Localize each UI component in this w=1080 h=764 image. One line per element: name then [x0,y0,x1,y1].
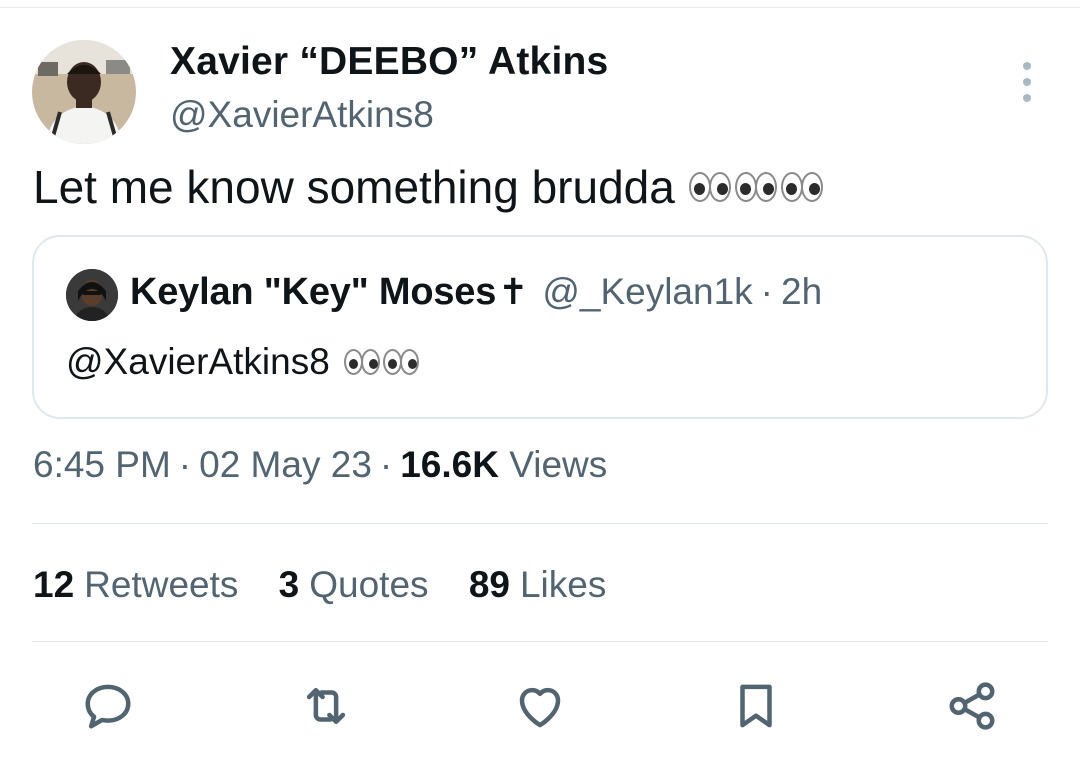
retweets-label: Retweets [84,564,239,605]
eye-icon [343,349,363,375]
eyes-emoji-group [688,172,823,202]
bookmark-icon[interactable] [726,676,786,736]
quoted-tweet-body: @XavierAtkins8 [66,341,419,383]
quotes-stat[interactable]: 3 Quotes [279,564,429,606]
quoted-author-handle[interactable]: @_Keylan1k [542,271,752,313]
eye-icon [734,172,757,202]
likes-label: Likes [519,564,607,605]
separator: · [178,444,192,485]
tweet-date[interactable]: 02 May 23 [199,444,372,485]
eye-icon [780,172,803,202]
likes-count: 89 [468,564,510,605]
tweet-time[interactable]: 6:45 PM [33,444,171,485]
quoted-tweet-header: Keylan "Key" Moses ✝ @_Keylan1k · 2h [130,271,822,314]
quoted-author-name[interactable]: Keylan "Key" Moses [130,271,496,314]
retweet-icon[interactable] [296,676,356,736]
tweet-detail: Xavier “DEEBO” Atkins @XavierAtkins8 Let… [0,0,1080,764]
quotes-label: Quotes [309,564,429,605]
tweet-meta: 6:45 PM · 02 May 23 · 16.6K Views [33,444,607,486]
retweets-count: 12 [33,564,75,605]
reply-icon[interactable] [78,676,138,736]
share-icon[interactable] [942,676,1002,736]
eye-icon [360,349,380,375]
author-avatar[interactable] [32,40,136,144]
top-divider [0,7,1080,8]
separator: · [760,271,773,312]
retweets-stat[interactable]: 12 Retweets [33,564,238,606]
quoted-tweet-text[interactable]: @XavierAtkins8 [66,341,330,383]
quoted-timestamp[interactable]: 2h [781,271,822,313]
eye-icon [382,349,402,375]
more-options-icon[interactable] [1012,62,1042,102]
eye-icon [688,172,711,202]
like-icon[interactable] [510,676,570,736]
divider [32,523,1048,524]
tweet-body: Let me know something brudda [33,160,823,214]
quoted-tweet-card[interactable]: Keylan "Key" Moses ✝ @_Keylan1k · 2h @Xa… [32,235,1048,419]
quotes-count: 3 [278,564,300,605]
eye-icon [800,172,823,202]
views-count[interactable]: 16.6K [400,444,499,485]
likes-stat[interactable]: 89 Likes [469,564,607,606]
author-name[interactable]: Xavier “DEEBO” Atkins [170,40,608,84]
tweet-text: Let me know something brudda [33,161,675,213]
eye-icon [754,172,777,202]
separator: · [379,444,393,485]
cross-badge-icon: ✝ [498,271,529,312]
eye-icon [399,349,419,375]
views-label[interactable]: Views [509,444,607,485]
quoted-author-avatar[interactable] [66,269,118,321]
eye-icon [708,172,731,202]
divider [32,641,1048,642]
eyes-emoji-group [343,349,419,375]
engagement-stats: 12 Retweets 3 Quotes 89 Likes [33,564,636,606]
author-handle[interactable]: @XavierAtkins8 [170,94,434,136]
